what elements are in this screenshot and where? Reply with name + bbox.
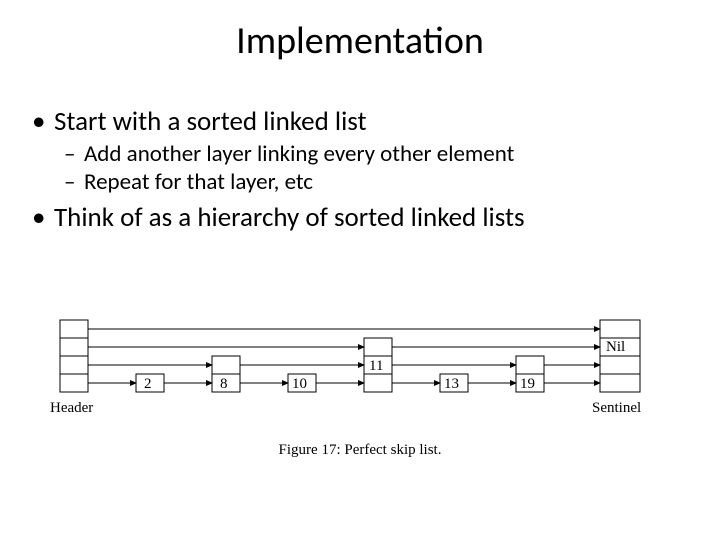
header-label: Header (50, 400, 93, 416)
bullet-level2: Repeat for that layer, etc (28, 169, 692, 195)
sentinel-label: Sentinel (592, 400, 641, 416)
bullet-level2: Add another layer linking every other el… (28, 141, 692, 167)
figure-caption: Figure 17: Perfect skip list. (40, 442, 680, 459)
skip-list-figure: Nil 2 8 10 11 13 19 (40, 300, 680, 435)
bullet-level1: Start with a sorted linked list (28, 106, 692, 137)
slide-title: Implementation (0, 18, 720, 64)
node-11-value: 11 (369, 358, 383, 374)
bullet-level1: Think of as a hierarchy of sorted linked… (28, 202, 692, 233)
skip-list-svg: Nil 2 8 10 11 13 19 (40, 300, 680, 430)
node-2-value: 2 (144, 376, 152, 392)
slide: Implementation Start with a sorted linke… (0, 0, 720, 540)
node-19-value: 19 (520, 376, 535, 392)
node-13-value: 13 (444, 376, 459, 392)
node-10-value: 10 (292, 376, 307, 392)
node-8-value: 8 (220, 376, 228, 392)
slide-body: Start with a sorted linked list Add anot… (28, 100, 692, 237)
nil-label: Nil (606, 339, 625, 355)
